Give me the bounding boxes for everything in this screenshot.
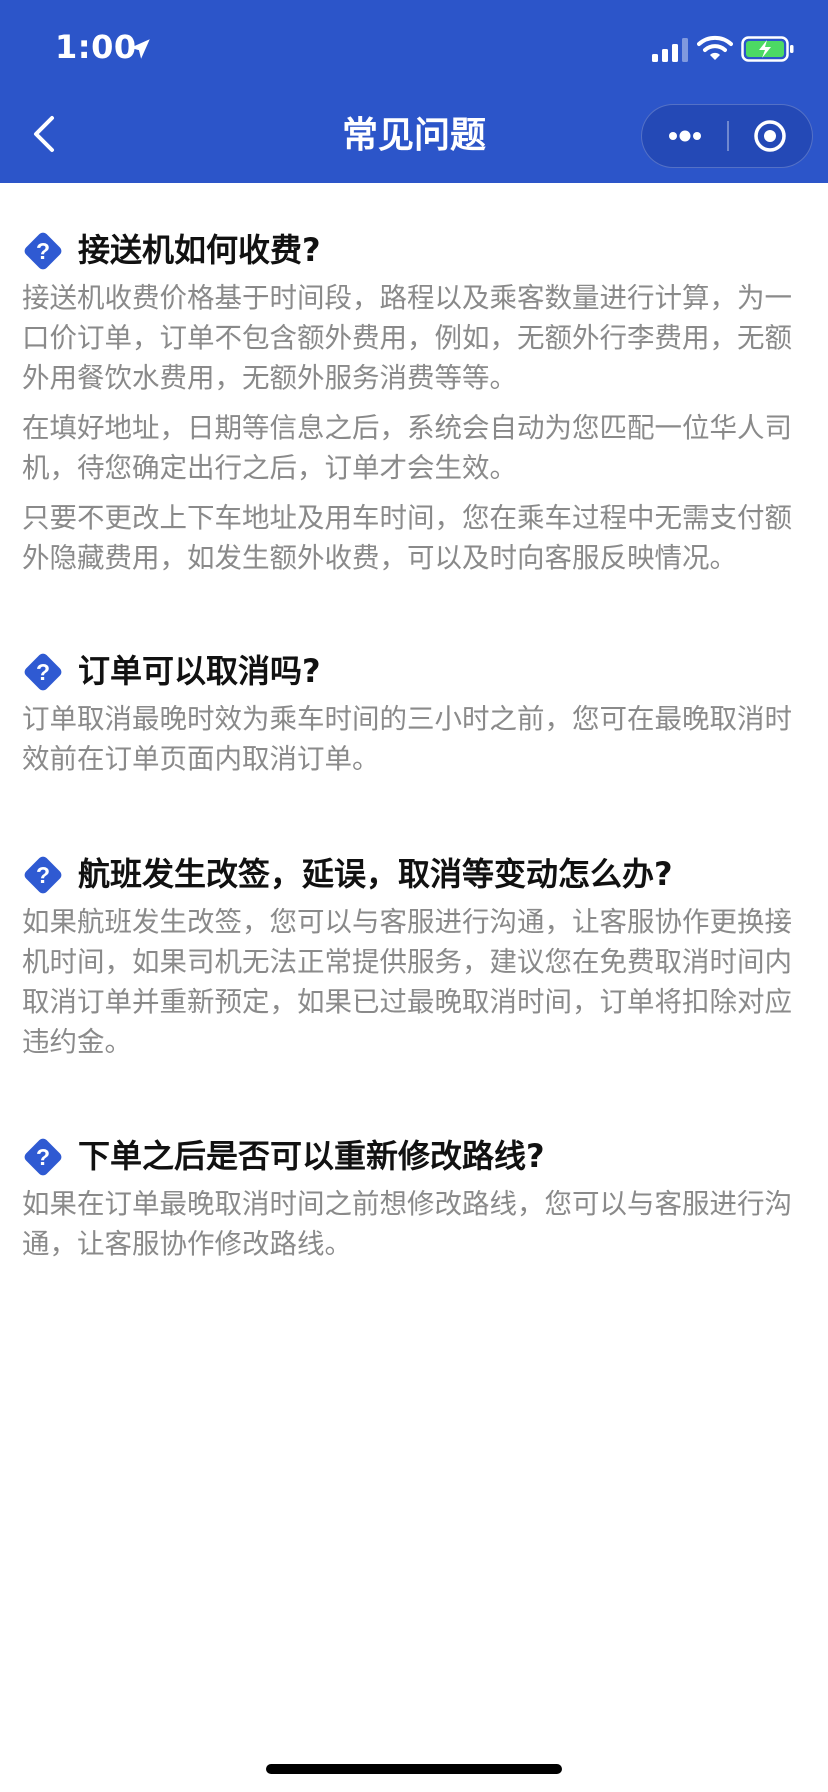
svg-text:?: ? — [36, 1144, 50, 1170]
faq-question-text: 航班发生改签，延误，取消等变动怎么办? — [78, 855, 673, 893]
faq-question: ? 订单可以取消吗? — [22, 643, 807, 699]
svg-text:?: ? — [36, 659, 50, 685]
faq-question-text: 接送机如何收费? — [78, 231, 321, 269]
faq-answer: 订单取消最晚时效为乘车时间的三小时之前，您可在最晚取消时效前在订单页面内取消订单… — [22, 703, 792, 775]
svg-text:?: ? — [36, 862, 50, 888]
question-diamond-icon: ? — [24, 232, 62, 270]
faq-question: ? 航班发生改签，延误，取消等变动怎么办? — [22, 846, 807, 902]
question-diamond-icon: ? — [24, 856, 62, 894]
faq-item: ? 下单之后是否可以重新修改路线? 如果在订单最晚取消时间之前想修改路线，您可以… — [22, 1128, 807, 1264]
faq-question-text: 订单可以取消吗? — [78, 652, 321, 690]
more-button[interactable] — [642, 105, 727, 166]
location-arrow-icon — [130, 39, 150, 59]
svg-text:?: ? — [36, 238, 50, 264]
faq-answer: 如果航班发生改签，您可以与客服进行沟通，让客服协作更换接机时间，如果司机无法正常… — [22, 906, 792, 1058]
faq-answer: 只要不更改上下车地址及用车时间，您在乘车过程中无需支付额外隐藏费用，如发生额外收… — [22, 502, 792, 574]
faq-question: ? 接送机如何收费? — [22, 222, 807, 278]
battery-icon — [741, 36, 794, 62]
faq-answer: 如果在订单最晚取消时间之前想修改路线，您可以与客服进行沟通，让客服协作修改路线。 — [22, 1188, 792, 1260]
cellular-signal-icon — [652, 38, 688, 62]
question-diamond-icon: ? — [24, 1138, 62, 1176]
faq-answer: 在填好地址，日期等信息之后，系统会自动为您匹配一位华人司机，待您确定出行之后，订… — [22, 412, 792, 484]
question-diamond-icon: ? — [24, 653, 62, 691]
mini-program-capsule — [641, 104, 813, 168]
home-indicator — [266, 1764, 562, 1774]
status-time: 1:00 — [55, 28, 137, 66]
wifi-icon — [697, 35, 733, 60]
header: 1:00 常见问题 — [0, 0, 828, 183]
more-dots-icon — [669, 130, 701, 142]
close-mini-program-button[interactable] — [729, 105, 811, 166]
faq-item: ? 订单可以取消吗? 订单取消最晚时效为乘车时间的三小时之前，您可在最晚取消时效… — [22, 643, 807, 779]
faq-question: ? 下单之后是否可以重新修改路线? — [22, 1128, 807, 1184]
faq-item: ? 航班发生改签，延误，取消等变动怎么办? 如果航班发生改签，您可以与客服进行沟… — [22, 846, 807, 1062]
target-close-icon — [754, 120, 786, 152]
faq-question-text: 下单之后是否可以重新修改路线? — [78, 1137, 545, 1175]
faq-item: ? 接送机如何收费? 接送机收费价格基于时间段，路程以及乘客数量进行计算，为一口… — [22, 222, 807, 578]
faq-answer: 接送机收费价格基于时间段，路程以及乘客数量进行计算，为一口价订单，订单不包含额外… — [22, 282, 792, 394]
